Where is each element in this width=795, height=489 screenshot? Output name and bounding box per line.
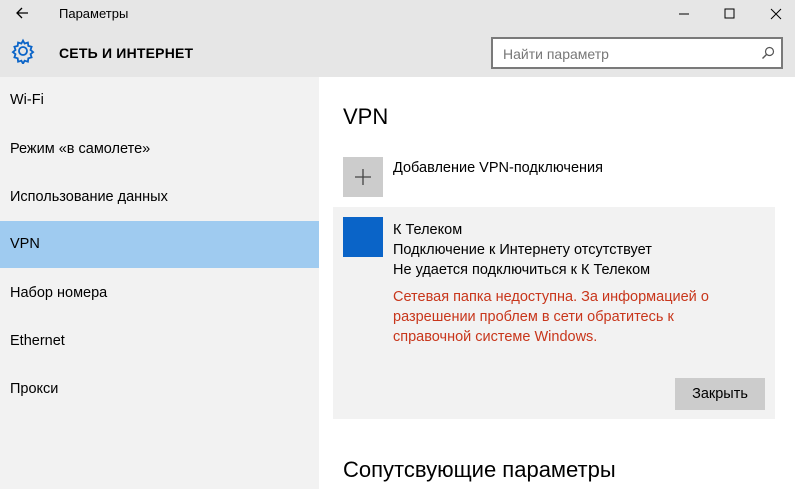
connection-detail: Не удается подключиться к К Телеком [393,262,651,278]
search-box[interactable] [491,37,783,69]
search-icon[interactable] [761,46,775,60]
sidebar-item-label: VPN [10,236,40,252]
related-settings-heading: Сопутсвующие параметры [343,457,616,482]
close-window-button[interactable] [753,0,795,26]
sidebar-item-ethernet[interactable]: Ethernet [0,318,319,365]
close-icon [770,8,782,20]
minimize-button[interactable] [661,0,707,26]
add-vpn-button[interactable] [343,157,383,197]
sidebar-item-label: Ethernet [10,333,65,349]
search-input[interactable] [501,44,755,64]
vpn-connection-icon [343,217,383,257]
sidebar-item-dial-up[interactable]: Набор номера [0,270,319,317]
gear-icon [10,38,36,66]
sidebar-item-label: Режим «в самолете» [10,141,151,157]
sidebar-item-label: Набор номера [10,285,108,301]
sidebar-item-proxy[interactable]: Прокси [0,366,319,413]
sidebar: Wi-Fi Режим «в самолете» Использование д… [0,77,319,489]
back-arrow-icon[interactable] [12,3,34,23]
vpn-connection-panel[interactable]: К Телеком Подключение к Интернету отсутс… [333,207,775,419]
sidebar-item-data-usage[interactable]: Использование данных [0,174,319,221]
minimize-icon [679,13,689,15]
close-button[interactable]: Закрыть [675,378,765,410]
main-content: VPN Добавление VPN-подключения К Телеком… [319,77,795,489]
plus-icon [355,169,371,185]
sidebar-item-airplane-mode[interactable]: Режим «в самолете» [0,126,319,173]
connection-info: К Телеком Подключение к Интернету отсутс… [393,220,652,280]
settings-header: СЕТЬ И ИНТЕРНЕТ [0,26,795,77]
sidebar-item-label: Прокси [10,381,59,397]
sidebar-item-label: Wi-Fi [10,92,44,108]
sidebar-item-label: Использование данных [10,189,168,205]
title-bar: Параметры [0,0,795,26]
section-title: СЕТЬ И ИНТЕРНЕТ [59,45,194,61]
maximize-button[interactable] [707,0,753,26]
sidebar-item-wifi[interactable]: Wi-Fi [0,77,319,124]
add-vpn-label[interactable]: Добавление VPN-подключения [393,160,603,176]
connection-error-message: Сетевая папка недоступна. За информацией… [393,289,709,345]
sidebar-item-vpn[interactable]: VPN [0,221,319,268]
connection-status: Подключение к Интернету отсутствует [393,242,652,258]
window-title: Параметры [59,6,129,21]
connection-name: К Телеком [393,222,463,238]
maximize-icon [724,8,735,19]
page-title: VPN [343,104,389,129]
